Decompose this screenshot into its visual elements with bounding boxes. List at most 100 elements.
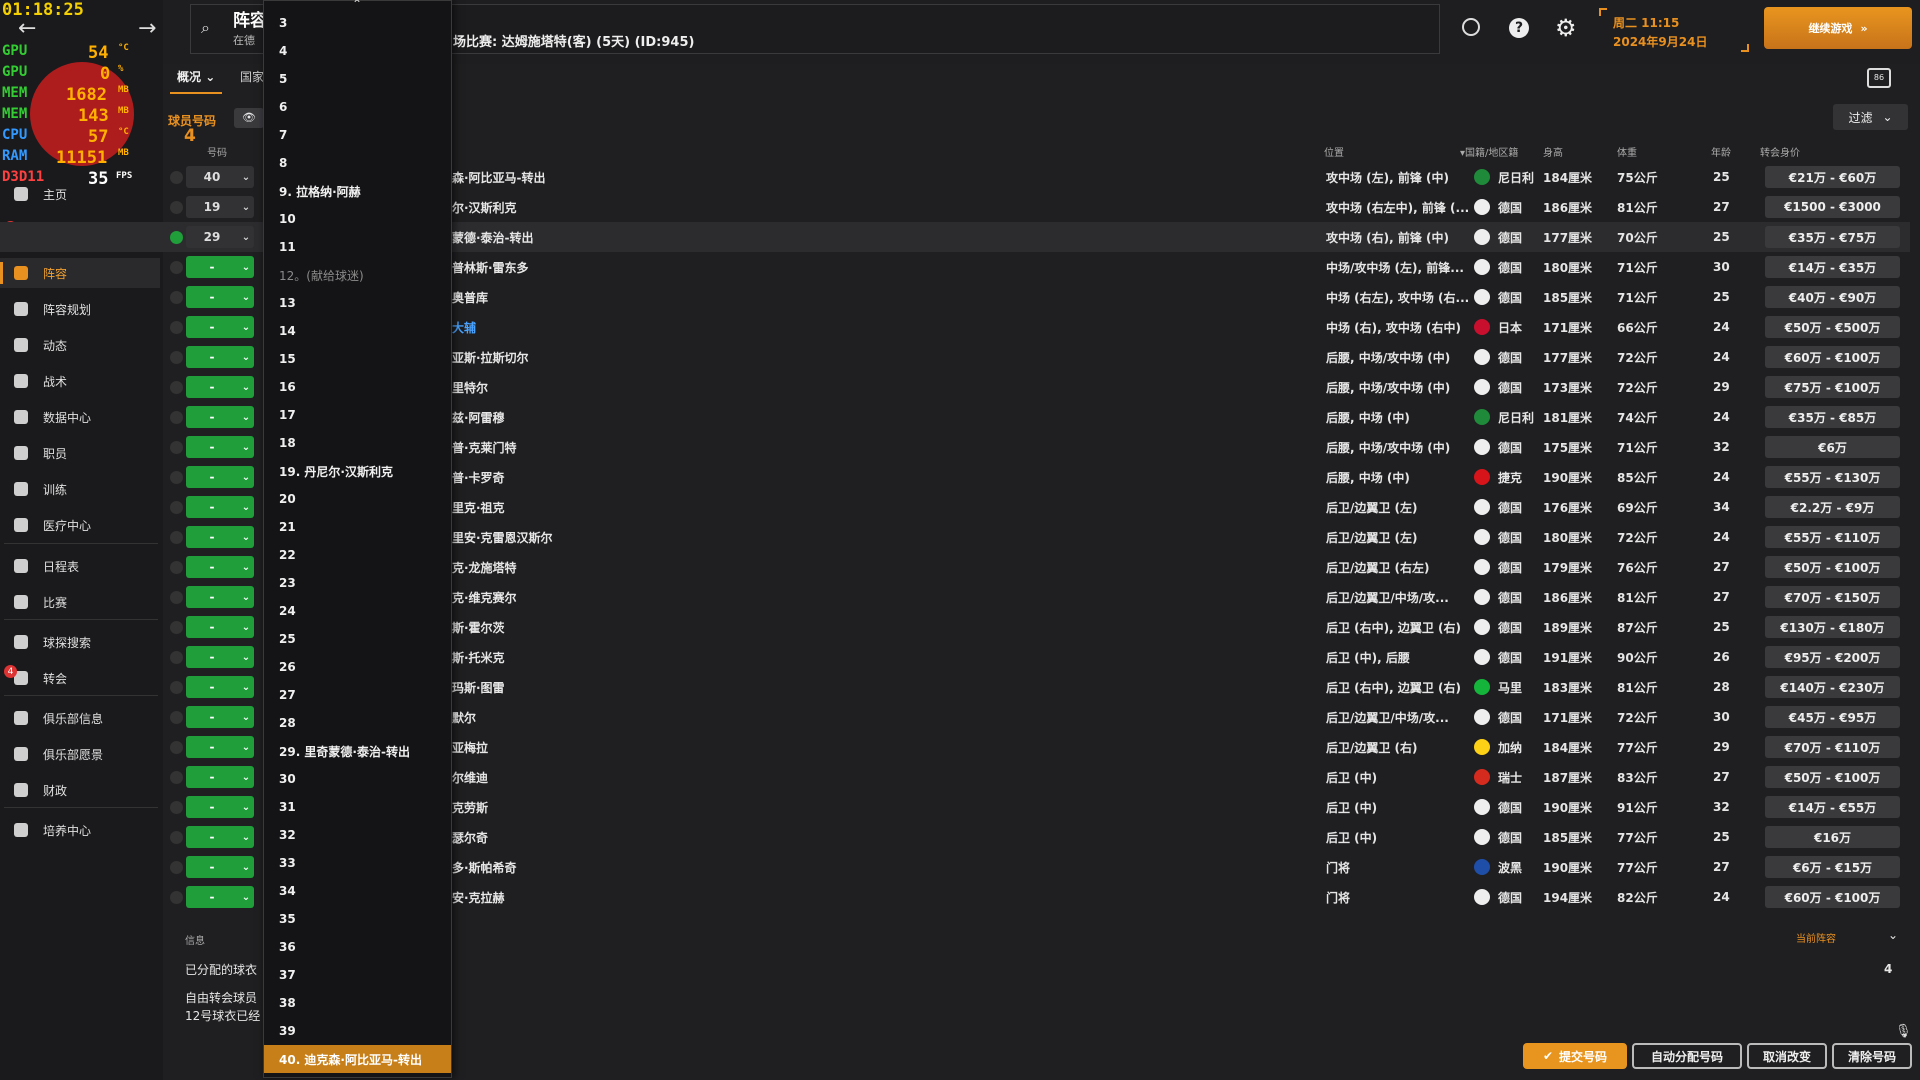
dropdown-option[interactable]: 26 bbox=[264, 653, 451, 681]
row-check-icon[interactable] bbox=[170, 591, 183, 604]
row-check-icon[interactable] bbox=[170, 771, 183, 784]
row-check-icon[interactable] bbox=[170, 801, 183, 814]
player-name[interactable]: 玛斯·图雷 bbox=[452, 672, 505, 702]
dropdown-option[interactable]: 39 bbox=[264, 1017, 451, 1045]
dropdown-option[interactable]: 25 bbox=[264, 625, 451, 653]
dropdown-option[interactable]: 37 bbox=[264, 961, 451, 989]
dropdown-option[interactable]: 23 bbox=[264, 569, 451, 597]
row-check-icon[interactable] bbox=[170, 351, 183, 364]
row-check-icon[interactable] bbox=[170, 681, 183, 694]
col-nation[interactable]: ▾国籍/地区籍 bbox=[1460, 144, 1518, 159]
auto-assign-button[interactable]: 自动分配号码 bbox=[1632, 1043, 1742, 1069]
dropdown-option[interactable]: 21 bbox=[264, 513, 451, 541]
microphone-icon[interactable]: 🎙 bbox=[1895, 1024, 1912, 1039]
jersey-number-select[interactable]: - ⌄ bbox=[186, 826, 254, 848]
player-name[interactable]: 尔维迪 bbox=[452, 762, 488, 792]
dropdown-option[interactable]: 33 bbox=[264, 849, 451, 877]
help-icon[interactable]: ? bbox=[1509, 18, 1529, 38]
dropdown-option[interactable]: 11 bbox=[264, 233, 451, 261]
row-check-icon[interactable] bbox=[170, 651, 183, 664]
dropdown-option[interactable]: 15 bbox=[264, 345, 451, 373]
clear-numbers-button[interactable]: 清除号码 bbox=[1832, 1043, 1912, 1069]
jersey-number-select[interactable]: - ⌄ bbox=[186, 346, 254, 368]
player-name[interactable]: 克劳斯 bbox=[452, 792, 488, 822]
calendar-date[interactable]: 周二 11:15 2024年9月24日 bbox=[1599, 8, 1749, 52]
row-check-icon[interactable] bbox=[170, 201, 183, 214]
cancel-changes-button[interactable]: 取消改变 bbox=[1747, 1043, 1827, 1069]
jersey-number-select[interactable]: 40 ⌄ bbox=[186, 166, 254, 188]
jersey-number-select[interactable]: - ⌄ bbox=[186, 706, 254, 728]
dropdown-option[interactable]: 18 bbox=[264, 429, 451, 457]
dropdown-option[interactable]: 34 bbox=[264, 877, 451, 905]
view-toggle-eye-icon[interactable]: 👁 bbox=[234, 108, 264, 128]
player-name[interactable]: 蒙德·泰治-转出 bbox=[452, 222, 534, 252]
jersey-number-select[interactable]: 29 ⌄ bbox=[186, 226, 254, 248]
dropdown-option[interactable]: 38 bbox=[264, 989, 451, 1017]
player-name[interactable]: 克·维克赛尔 bbox=[452, 582, 517, 612]
player-name[interactable]: 多·斯帕希奇 bbox=[452, 852, 517, 882]
submit-numbers-button[interactable]: ✔ 提交号码 bbox=[1523, 1043, 1627, 1069]
player-name[interactable]: 里安·克雷恩汉斯尔 bbox=[452, 522, 553, 552]
player-name[interactable]: 斯·托米克 bbox=[452, 642, 505, 672]
player-name[interactable]: 尔·汉斯利克 bbox=[452, 192, 517, 222]
dropdown-option[interactable]: 36 bbox=[264, 933, 451, 961]
player-name[interactable]: 里特尔 bbox=[452, 372, 488, 402]
search-icon[interactable]: ⌕ bbox=[201, 18, 210, 38]
col-weight[interactable]: 体重 bbox=[1617, 144, 1637, 159]
player-name[interactable]: 普·克莱门特 bbox=[452, 432, 517, 462]
row-check-icon[interactable] bbox=[170, 441, 183, 454]
dropdown-option[interactable]: 3 bbox=[264, 9, 451, 37]
player-name[interactable]: 奥普库 bbox=[452, 282, 488, 312]
row-check-icon[interactable] bbox=[170, 711, 183, 724]
jersey-number-select[interactable]: - ⌄ bbox=[186, 586, 254, 608]
player-name[interactable]: 大辅 bbox=[452, 312, 476, 342]
current-squad-chevron-icon[interactable]: ⌄ bbox=[1888, 928, 1898, 942]
jersey-number-select[interactable]: - ⌄ bbox=[186, 616, 254, 638]
dropdown-option[interactable]: 35 bbox=[264, 905, 451, 933]
player-name[interactable]: 森·阿比亚马-转出 bbox=[452, 162, 546, 192]
dropdown-option[interactable]: 10 bbox=[264, 205, 451, 233]
jersey-number-select[interactable]: - ⌄ bbox=[186, 256, 254, 278]
next-match-info[interactable]: 场比赛: 达姆施塔特(客) (5天) (ID:945) bbox=[453, 31, 694, 50]
settings-gear-icon[interactable]: ⚙ bbox=[1555, 14, 1577, 42]
screenshot-86-icon[interactable]: 86 bbox=[1867, 68, 1891, 88]
dropdown-option[interactable]: 6 bbox=[264, 93, 451, 121]
jersey-number-select[interactable]: - ⌄ bbox=[186, 526, 254, 548]
dropdown-option[interactable]: 27 bbox=[264, 681, 451, 709]
dropdown-option[interactable]: 28 bbox=[264, 709, 451, 737]
jersey-number-select[interactable]: - ⌄ bbox=[186, 556, 254, 578]
dropdown-option[interactable]: 13 bbox=[264, 289, 451, 317]
row-check-icon[interactable] bbox=[170, 291, 183, 304]
dropdown-option[interactable]: 7 bbox=[264, 121, 451, 149]
jersey-number-select[interactable]: - ⌄ bbox=[186, 466, 254, 488]
row-check-icon[interactable] bbox=[170, 531, 183, 544]
dropdown-option[interactable]: 9. 拉格纳·阿赫 bbox=[264, 177, 451, 205]
player-name[interactable]: 里克·祖克 bbox=[452, 492, 505, 522]
dropdown-option[interactable]: 5 bbox=[264, 65, 451, 93]
dropdown-option[interactable]: 29. 里奇蒙德·泰治-转出 bbox=[264, 737, 451, 765]
current-squad-label[interactable]: 当前阵容 bbox=[1796, 930, 1836, 945]
continue-game-button[interactable]: 继续游戏 » bbox=[1764, 7, 1912, 49]
row-check-icon[interactable] bbox=[170, 501, 183, 514]
jersey-number-select[interactable]: - ⌄ bbox=[186, 646, 254, 668]
player-name[interactable]: 安·克拉赫 bbox=[452, 882, 505, 912]
dropdown-option[interactable]: 16 bbox=[264, 373, 451, 401]
row-check-icon[interactable] bbox=[170, 561, 183, 574]
jersey-number-select[interactable]: - ⌄ bbox=[186, 406, 254, 428]
row-check-icon[interactable] bbox=[170, 621, 183, 634]
dropdown-option[interactable]: 24 bbox=[264, 597, 451, 625]
jersey-number-select[interactable]: - ⌄ bbox=[186, 286, 254, 308]
dropdown-option[interactable]: 31 bbox=[264, 793, 451, 821]
forward-arrow-icon[interactable]: → bbox=[138, 16, 156, 41]
jersey-number-select[interactable]: - ⌄ bbox=[186, 856, 254, 878]
dropdown-option[interactable]: 4 bbox=[264, 37, 451, 65]
row-check-icon[interactable] bbox=[170, 381, 183, 394]
row-check-icon[interactable] bbox=[170, 261, 183, 274]
dropdown-option[interactable]: 22 bbox=[264, 541, 451, 569]
tab-nation[interactable]: 国家 bbox=[240, 68, 264, 85]
back-arrow-icon[interactable]: ← bbox=[18, 16, 36, 41]
player-name[interactable]: 克·龙施塔特 bbox=[452, 552, 517, 582]
dropdown-option[interactable]: 40. 迪克森·阿比亚马-转出 bbox=[264, 1045, 451, 1073]
player-name[interactable]: 斯·霍尔茨 bbox=[452, 612, 505, 642]
dropdown-option[interactable]: 20 bbox=[264, 485, 451, 513]
